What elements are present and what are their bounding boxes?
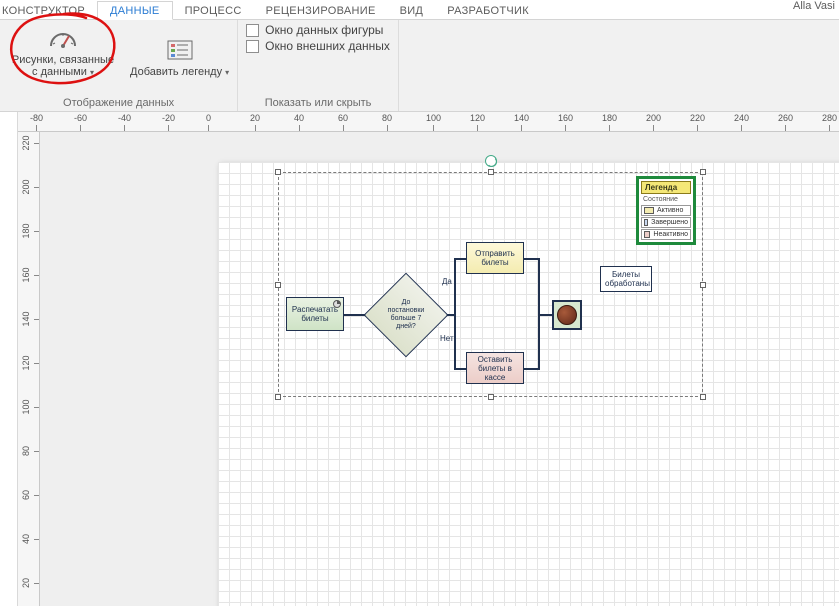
- checkbox-external-data[interactable]: Окно внешних данных: [244, 38, 392, 54]
- shape-leave-tickets[interactable]: Оставить билеты в кассе: [466, 352, 524, 384]
- connector[interactable]: [454, 368, 466, 370]
- tab-constructor[interactable]: КОНСТРУКТОР: [0, 2, 97, 19]
- legend-item-active: Активно: [641, 205, 691, 216]
- ruler-tick: 40: [18, 534, 39, 544]
- resize-handle[interactable]: [275, 394, 281, 400]
- ruler-vertical: 220200180160140120100806040200: [18, 132, 40, 606]
- legend-item-inactive: Неактивно: [641, 229, 691, 240]
- group-show-label: Показать или скрыть: [244, 95, 392, 109]
- tab-data[interactable]: ДАННЫЕ: [97, 1, 173, 20]
- resize-handle[interactable]: [488, 169, 494, 175]
- ruler-tick: 180: [602, 112, 617, 131]
- checkbox-icon: [246, 24, 259, 37]
- ruler-tick: 60: [18, 490, 39, 500]
- shape-label: Оставить билеты в кассе: [469, 355, 521, 382]
- ruler-tick: 180: [18, 226, 39, 236]
- ruler-tick: 120: [470, 112, 485, 131]
- resize-handle[interactable]: [700, 282, 706, 288]
- legend-box[interactable]: Легенда Состояние Активно Завершено Неак…: [636, 176, 696, 245]
- resize-handle[interactable]: [700, 169, 706, 175]
- ruler-tick: -80: [30, 112, 43, 131]
- legend-icon: [164, 36, 196, 64]
- ruler-tick: -40: [118, 112, 131, 131]
- checkbox-icon: [246, 40, 259, 53]
- connector[interactable]: [524, 258, 538, 260]
- resize-handle[interactable]: [488, 394, 494, 400]
- ruler-tick: 0: [206, 112, 211, 131]
- legend-title: Легенда: [641, 181, 691, 194]
- add-legend-label: Добавить легенду ▾: [130, 66, 229, 79]
- connector-label-no: Нет: [440, 334, 454, 343]
- swatch-icon: [644, 219, 648, 226]
- ruler-tick: 260: [778, 112, 793, 131]
- group-display-label: Отображение данных: [6, 95, 231, 109]
- ribbon-group-show: Окно данных фигуры Окно внешних данных П…: [238, 20, 399, 111]
- tab-review[interactable]: РЕЦЕНЗИРОВАНИЕ: [254, 2, 388, 19]
- shapes-pane-edge[interactable]: [0, 112, 18, 606]
- ruler-tick: 200: [646, 112, 661, 131]
- rotate-handle[interactable]: [485, 155, 497, 167]
- shape-decision[interactable]: До постановки больше 7 дней?: [376, 285, 436, 345]
- user-name: Alla Vasi: [793, 0, 835, 12]
- shape-send-tickets[interactable]: Отправить билеты: [466, 242, 524, 274]
- connector[interactable]: [454, 258, 456, 370]
- connector[interactable]: [454, 258, 466, 260]
- ruler-tick: 120: [18, 358, 39, 368]
- ruler-tick: 200: [18, 182, 39, 192]
- ribbon-group-display: Рисунки, связанные с данными ▾ Добавить …: [0, 20, 238, 111]
- tab-developer[interactable]: РАЗРАБОТЧИК: [435, 2, 541, 19]
- drawing-page[interactable]: Да Нет Распечатать билеты До постановки …: [218, 162, 839, 606]
- gauge-icon: [47, 24, 79, 52]
- ruler-tick: 60: [338, 112, 348, 131]
- ruler-tick: 140: [514, 112, 529, 131]
- swatch-icon: [644, 207, 654, 214]
- ruler-tick: 220: [690, 112, 705, 131]
- status-indicator-icon: [333, 300, 341, 308]
- ruler-tick: 160: [558, 112, 573, 131]
- connector-label-yes: Да: [442, 277, 452, 286]
- checkbox-external-data-label: Окно внешних данных: [265, 39, 390, 53]
- resize-handle[interactable]: [275, 282, 281, 288]
- shape-label: До постановки больше 7 дней?: [376, 285, 436, 345]
- ruler-tick: 80: [18, 446, 39, 456]
- ribbon: Рисунки, связанные с данными ▾ Добавить …: [0, 20, 839, 112]
- shape-end[interactable]: [552, 300, 582, 330]
- tab-process[interactable]: ПРОЦЕСС: [173, 2, 254, 19]
- ruler-tick: 280: [822, 112, 837, 131]
- ruler-tick: 160: [18, 270, 39, 280]
- ruler-tick: 140: [18, 314, 39, 324]
- add-legend-button[interactable]: Добавить легенду ▾: [128, 22, 231, 79]
- ruler-horizontal: -80 -60 -40 -20 0 20 40 60 80 100 120 140 160 180 200 2…: [18, 112, 839, 132]
- ruler-tick: 20: [18, 578, 39, 588]
- swatch-icon: [644, 231, 650, 238]
- data-graphics-button[interactable]: Рисунки, связанные с данными ▾: [6, 22, 120, 79]
- resize-handle[interactable]: [700, 394, 706, 400]
- ruler-tick: -20: [162, 112, 175, 131]
- shape-note-processed[interactable]: Билеты обработаны: [600, 266, 652, 292]
- ruler-tick: 220: [18, 138, 39, 148]
- checkbox-shape-data[interactable]: Окно данных фигуры: [244, 22, 392, 38]
- shape-label: Билеты обработаны: [605, 270, 650, 288]
- canvas[interactable]: Да Нет Распечатать билеты До постановки …: [40, 132, 839, 606]
- ribbon-tab-bar: КОНСТРУКТОР ДАННЫЕ ПРОЦЕСС РЕЦЕНЗИРОВАНИ…: [0, 0, 839, 20]
- connector[interactable]: [524, 368, 538, 370]
- ruler-tick: 80: [382, 112, 392, 131]
- data-graphics-label: Рисунки, связанные с данными ▾: [8, 54, 118, 79]
- shape-label: Распечатать билеты: [289, 305, 341, 323]
- tab-view[interactable]: ВИД: [388, 2, 436, 19]
- legend-subtitle: Состояние: [641, 196, 691, 204]
- resize-handle[interactable]: [275, 169, 281, 175]
- ruler-tick: -60: [74, 112, 87, 131]
- shape-label: Отправить билеты: [469, 249, 521, 267]
- ruler-tick: 40: [294, 112, 304, 131]
- checkbox-shape-data-label: Окно данных фигуры: [265, 23, 383, 37]
- connector[interactable]: [538, 314, 552, 316]
- ruler-tick: 100: [18, 402, 39, 412]
- ruler-tick: 100: [426, 112, 441, 131]
- ruler-tick: 240: [734, 112, 749, 131]
- shape-print-tickets[interactable]: Распечатать билеты: [286, 297, 344, 331]
- legend-item-done: Завершено: [641, 217, 691, 228]
- ruler-tick: 20: [250, 112, 260, 131]
